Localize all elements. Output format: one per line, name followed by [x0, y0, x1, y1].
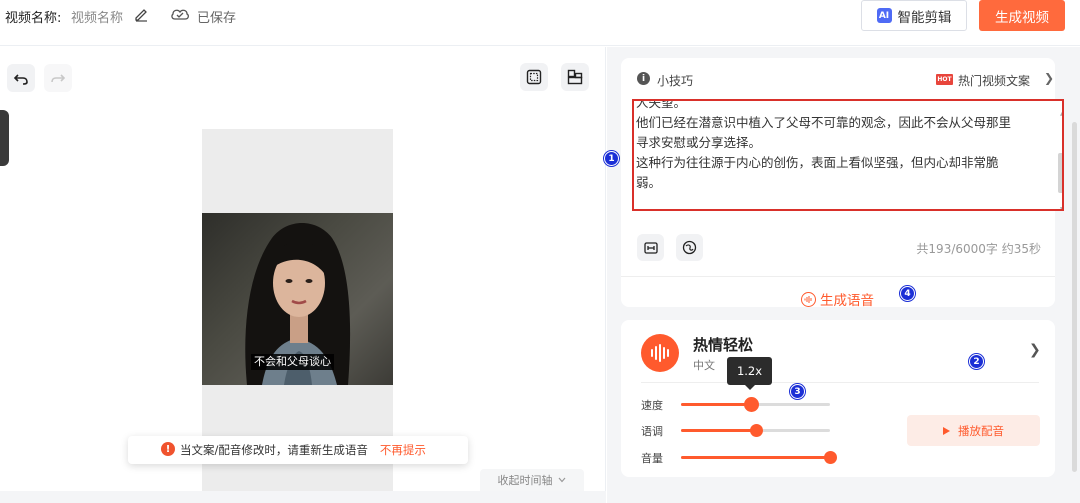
script-line: 寻求安慰或分享选择。 — [636, 135, 762, 150]
word-count: 共193/6000字 约35秒 — [916, 242, 1041, 256]
regenerate-toast: ! 当文案/配音修改时，请重新生成语音 不再提示 — [128, 436, 468, 464]
voice-language: 中文 — [693, 359, 715, 372]
cloud-saved-icon — [171, 9, 189, 20]
voice-card: 热情轻松 中文 ❯ 1.2x 速度 语调 音量 播放配音 — [621, 320, 1055, 477]
hot-badge: HOT — [936, 74, 953, 85]
video-name-label: 视频名称: — [5, 11, 62, 26]
script-textarea[interactable]: 人失望。 他们已经在潜意识中植入了父母不可靠的观念，因此不会从父母那里 寻求安慰… — [632, 99, 1064, 211]
divider — [641, 382, 1039, 383]
right-panel: i 小技巧 HOT 热门视频文案 ❯ 人失望。 他们已经在潜意识中植入了父母不可… — [607, 47, 1080, 503]
safe-area-icon — [526, 69, 542, 85]
preview-image: 不会和父母谈心 — [202, 213, 393, 385]
annotation-marker-3: 3 — [790, 384, 805, 399]
play-voice-button[interactable]: 播放配音 — [907, 415, 1040, 446]
script-line: 人失望。 — [636, 99, 687, 110]
generate-voice-label: 生成语音 — [820, 293, 874, 309]
script-line: 他们已经在潜意识中植入了父母不可靠的观念，因此不会从父母那里 — [636, 115, 1012, 130]
pause-insert-icon — [643, 241, 658, 254]
redo-button[interactable] — [44, 64, 72, 92]
top-bar: 视频名称: 视频名称 已保存 AI 智能剪辑 生成视频 — [0, 0, 1080, 46]
warning-icon: ! — [161, 442, 175, 456]
generate-voice-button[interactable]: 生成语音 — [801, 289, 874, 309]
ai-icon: AI — [876, 8, 892, 23]
voice-name[interactable]: 热情轻松 — [693, 334, 753, 355]
save-status: 已保存 — [197, 11, 237, 26]
play-icon — [943, 426, 950, 435]
safe-area-button[interactable] — [520, 63, 548, 91]
slider-label-speed: 速度 — [641, 399, 663, 412]
swirl-icon — [682, 240, 697, 255]
canvas-area: 不会和父母谈心 ! 当文案/配音修改时，请重新生成语音 不再提示 收起时间轴 — [0, 47, 606, 503]
redo-icon — [51, 74, 66, 83]
script-line: 弱。 — [636, 175, 662, 190]
speed-slider-knob[interactable] — [743, 397, 759, 412]
dont-remind-link[interactable]: 不再提示 — [380, 442, 426, 458]
waveform-icon — [801, 291, 816, 307]
scroll-up-arrow[interactable]: ▲ — [1060, 104, 1062, 124]
video-name-value[interactable]: 视频名称 — [71, 7, 123, 26]
speed-tooltip: 1.2x — [727, 357, 772, 390]
speed-slider[interactable] — [681, 397, 830, 412]
slider-label-volume: 音量 — [641, 452, 663, 465]
pitch-slider[interactable] — [681, 424, 830, 437]
tips-label[interactable]: 小技巧 — [657, 72, 693, 89]
annotation-marker-1: 1 — [604, 151, 619, 166]
voice-waveform-icon[interactable] — [641, 334, 679, 372]
generate-video-button[interactable]: 生成视频 — [979, 0, 1065, 31]
script-line: 这种行为往往源于内心的创伤，表面上看似坚强，但内心却非常脆 — [636, 155, 999, 170]
volume-slider-knob[interactable] — [823, 451, 837, 464]
timeline-strip — [0, 491, 606, 503]
speed-slider-fill — [681, 403, 751, 406]
panel-scrollbar[interactable] — [1072, 122, 1077, 472]
chevron-right-icon[interactable]: ❯ — [1044, 71, 1054, 85]
ai-edit-label: 智能剪辑 — [897, 9, 952, 26]
undo-icon — [13, 74, 28, 85]
info-icon: i — [637, 72, 650, 85]
slider-label-pitch: 语调 — [641, 425, 663, 438]
volume-slider[interactable] — [681, 451, 837, 464]
video-subtitle[interactable]: 不会和父母谈心 — [251, 354, 334, 370]
scroll-down-arrow[interactable]: ▼ — [1060, 200, 1062, 209]
script-card: i 小技巧 HOT 热门视频文案 ❯ 人失望。 他们已经在潜意识中植入了父母不可… — [621, 58, 1064, 309]
pitch-slider-knob[interactable] — [749, 424, 763, 437]
annotation-marker-4: 4 — [900, 286, 915, 301]
edit-icon[interactable] — [133, 6, 149, 22]
polish-button[interactable] — [676, 234, 703, 261]
collapse-timeline-label: 收起时间轴 — [497, 474, 553, 487]
annotation-marker-2: 2 — [969, 354, 984, 369]
undo-button[interactable] — [7, 64, 35, 92]
pitch-slider-fill — [681, 429, 756, 432]
divider — [621, 276, 1055, 277]
collapse-timeline-button[interactable]: 收起时间轴 — [480, 469, 584, 491]
layout-button[interactable] — [561, 63, 589, 91]
script-scrollbar[interactable] — [1058, 153, 1062, 193]
chevron-down-icon — [558, 477, 565, 483]
insert-pause-button[interactable] — [637, 234, 664, 261]
chevron-right-icon[interactable]: ❯ — [1029, 342, 1041, 358]
hot-scripts-link[interactable]: 热门视频文案 — [958, 72, 1030, 89]
layout-icon — [567, 69, 583, 85]
toast-message: 当文案/配音修改时，请重新生成语音 — [180, 443, 368, 457]
side-collapse-tab[interactable] — [0, 110, 9, 166]
play-voice-label: 播放配音 — [958, 423, 1004, 438]
volume-slider-fill — [681, 456, 830, 459]
ai-edit-button[interactable]: AI 智能剪辑 — [861, 0, 967, 31]
